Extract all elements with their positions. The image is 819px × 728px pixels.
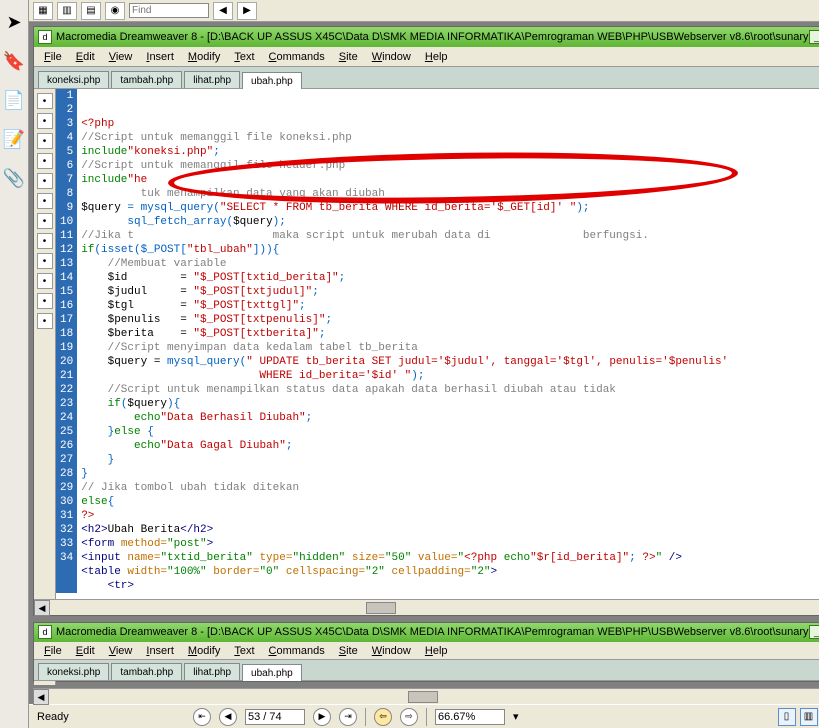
tab-lihat-php[interactable]: lihat.php	[184, 663, 240, 680]
menubar: FileEditViewInsertModifyTextCommandsSite…	[34, 642, 819, 661]
copy-icon[interactable]: 📄	[0, 88, 28, 112]
view-single-icon[interactable]: ▯	[778, 708, 796, 726]
nav-back-button[interactable]: ⇦	[374, 708, 392, 726]
help-icon[interactable]: •	[37, 233, 53, 249]
menu-insert[interactable]: Insert	[140, 643, 180, 659]
code-lines[interactable]: <?php//Script untuk memanggil file konek…	[77, 89, 728, 593]
bookmark-icon[interactable]: 🔖	[0, 49, 28, 73]
scroll-left-icon[interactable]: ◀	[34, 600, 50, 616]
menu-edit[interactable]: Edit	[70, 49, 101, 65]
titlebar: d Macromedia Dreamweaver 8 - [D:\BACK UP…	[34, 27, 819, 47]
a-icon[interactable]: •	[37, 273, 53, 289]
menu-text[interactable]: Text	[228, 49, 260, 65]
first-page-button[interactable]: ⇤	[193, 708, 211, 726]
menu-insert[interactable]: Insert	[140, 49, 180, 65]
tab-ubah-php[interactable]: ubah.php	[242, 72, 302, 89]
live-icon[interactable]: •	[37, 113, 53, 129]
horizontal-scrollbar[interactable]: ◀ ▶	[34, 599, 819, 615]
titlebar: d Macromedia Dreamweaver 8 - [D:\BACK UP…	[34, 623, 819, 642]
minimize-button[interactable]: _	[809, 30, 819, 44]
tool-icon-2[interactable]: ▥	[57, 2, 77, 20]
tab-lihat-php[interactable]: lihat.php	[184, 71, 240, 88]
scroll-thumb[interactable]	[366, 602, 396, 614]
note-icon[interactable]: 📝	[0, 127, 28, 151]
zoom-input[interactable]	[435, 709, 505, 725]
menu-edit[interactable]: Edit	[70, 643, 101, 659]
code-area[interactable]: 1234567891011121314151617181920212223242…	[56, 89, 819, 599]
menu-text[interactable]: Text	[228, 643, 260, 659]
separator	[426, 708, 427, 726]
find-next-icon[interactable]: ▶	[237, 2, 257, 20]
menu-commands[interactable]: Commands	[263, 49, 331, 65]
code-toolstrip: • • • • • • • • • • • •	[34, 89, 56, 599]
statusbar: Ready ⇤ ◀ ▶ ⇥ ⇦ ⇨ ▾ ▯ ▥ ▦ ▤	[29, 704, 819, 728]
menu-commands[interactable]: Commands	[263, 643, 331, 659]
menu-file[interactable]: File	[38, 49, 68, 65]
tab-tambah-php[interactable]: tambah.php	[111, 71, 182, 88]
lock-icon[interactable]: •	[37, 253, 53, 269]
menu-modify[interactable]: Modify	[182, 49, 226, 65]
scroll-left-icon[interactable]: ◀	[33, 689, 49, 705]
page-input[interactable]	[245, 709, 305, 725]
find-input[interactable]	[129, 3, 209, 18]
split-icon[interactable]: •	[37, 93, 53, 109]
menu-help[interactable]: Help	[419, 49, 454, 65]
status-text: Ready	[37, 711, 147, 723]
minimize-button[interactable]: _	[809, 625, 819, 639]
dreamweaver-window-bottom: d Macromedia Dreamweaver 8 - [D:\BACK UP…	[33, 622, 819, 682]
refresh-icon[interactable]: •	[37, 173, 53, 189]
tab-koneksi-php[interactable]: koneksi.php	[38, 663, 109, 680]
find-prev-icon[interactable]: ◀	[213, 2, 233, 20]
menu-file[interactable]: File	[38, 643, 68, 659]
menu-view[interactable]: View	[103, 643, 139, 659]
separator	[365, 708, 366, 726]
window-title: Macromedia Dreamweaver 8 - [D:\BACK UP A…	[56, 626, 809, 638]
next-page-button[interactable]: ▶	[313, 708, 331, 726]
line-gutter: 1234567891011121314151617181920212223242…	[56, 89, 77, 593]
window-title: Macromedia Dreamweaver 8 - [D:\BACK UP A…	[56, 31, 809, 43]
pdf-left-sidebar: ➤ 🔖 📄 📝 📎	[0, 0, 29, 728]
scroll-thumb[interactable]	[408, 691, 438, 703]
app-icon: d	[38, 30, 52, 44]
menu-window[interactable]: Window	[366, 643, 417, 659]
dropdown-icon[interactable]: ▾	[513, 710, 519, 723]
dreamweaver-window-top: d Macromedia Dreamweaver 8 - [D:\BACK UP…	[33, 26, 819, 616]
file-tabs: koneksi.phptambah.phplihat.phpubah.php	[34, 660, 819, 681]
page-horizontal-scrollbar[interactable]: ◀ ▶	[33, 688, 819, 704]
tab-koneksi-php[interactable]: koneksi.php	[38, 71, 109, 88]
menu-window[interactable]: Window	[366, 49, 417, 65]
main-content: ▦ ▥ ▤ ◉ ◀ ▶ d Macromedia Dreamweaver 8 -…	[29, 0, 819, 728]
ruler-icon[interactable]: •	[37, 213, 53, 229]
tab-tambah-php[interactable]: tambah.php	[111, 663, 182, 680]
nav-forward-button[interactable]: ⇨	[400, 708, 418, 726]
globe-icon[interactable]: •	[37, 193, 53, 209]
editor: • • • • • • • • • • • • 123456789101112131415161718…	[34, 89, 819, 599]
view-continuous-icon[interactable]: ▥	[800, 708, 818, 726]
tool-icon-3[interactable]: ▤	[81, 2, 101, 20]
paperclip-icon[interactable]: 📎	[0, 166, 28, 190]
code-toolstrip	[34, 681, 56, 685]
menu-modify[interactable]: Modify	[182, 643, 226, 659]
file-tabs: koneksi.phptambah.phplihat.phpubah.php	[34, 67, 819, 89]
tool-icon-1[interactable]: ▦	[33, 2, 53, 20]
menubar: FileEditViewInsertModifyTextCommandsSite…	[34, 47, 819, 67]
tool-icon-4[interactable]: ◉	[105, 2, 125, 20]
menu-view[interactable]: View	[103, 49, 139, 65]
design-icon[interactable]: •	[37, 133, 53, 149]
tab-ubah-php[interactable]: ubah.php	[242, 664, 302, 681]
menu-site[interactable]: Site	[333, 643, 364, 659]
prev-page-button[interactable]: ◀	[219, 708, 237, 726]
code-icon[interactable]: •	[37, 153, 53, 169]
c-icon[interactable]: •	[37, 313, 53, 329]
top-toolbar: ▦ ▥ ▤ ◉ ◀ ▶	[29, 0, 819, 22]
menu-site[interactable]: Site	[333, 49, 364, 65]
menu-help[interactable]: Help	[419, 643, 454, 659]
last-page-button[interactable]: ⇥	[339, 708, 357, 726]
app-icon: d	[38, 625, 52, 639]
b-icon[interactable]: •	[37, 293, 53, 309]
pointer-icon[interactable]: ➤	[0, 10, 28, 34]
